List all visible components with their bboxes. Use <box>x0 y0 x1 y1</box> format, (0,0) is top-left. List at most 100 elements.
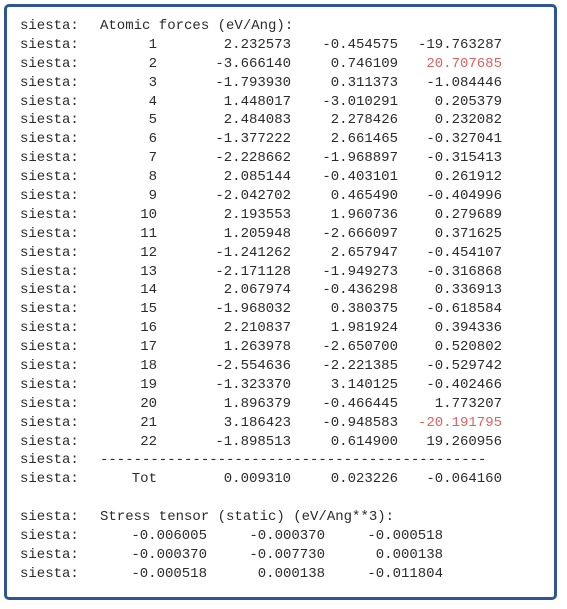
force-z: -0.315413 <box>426 150 502 167</box>
force-x: -3.666140 <box>215 55 291 72</box>
force-y: 0.311373 <box>330 74 398 91</box>
force-z: 0.261912 <box>434 169 502 186</box>
stress-value: 0.000138 <box>375 546 443 563</box>
force-x: 2.210837 <box>223 320 291 337</box>
line-prefix: siesta: <box>20 244 79 261</box>
force-z: -0.618584 <box>426 301 502 318</box>
forces-title: Atomic forces (eV/Ang): <box>100 18 294 34</box>
atom-index: 1 <box>148 36 157 53</box>
force-z: 0.520802 <box>434 339 502 356</box>
force-z: -0.327041 <box>426 131 502 148</box>
force-x: 2.232573 <box>223 36 291 53</box>
force-x: 3.186423 <box>223 414 291 431</box>
stress-value: -0.007730 <box>249 546 325 563</box>
line-prefix: siesta: <box>20 433 79 450</box>
stress-value: -0.000518 <box>131 565 207 582</box>
line-prefix: siesta: <box>20 414 79 431</box>
force-y: 1.981924 <box>330 320 398 337</box>
line-prefix: siesta: <box>20 282 79 299</box>
atom-index: 19 <box>140 376 157 393</box>
force-y: 2.657947 <box>330 244 398 261</box>
force-y: 0.380375 <box>330 301 398 318</box>
line-prefix: siesta: <box>20 339 79 356</box>
atom-index: 3 <box>148 74 157 91</box>
force-y: -2.221385 <box>322 358 398 375</box>
line-prefix: siesta: <box>20 301 79 318</box>
force-y: 0.746109 <box>330 55 398 72</box>
force-x: -1.793930 <box>215 74 291 91</box>
force-z: 0.336913 <box>434 282 502 299</box>
atom-index: 9 <box>148 188 157 205</box>
total-y: 0.023226 <box>330 471 398 488</box>
force-y: -2.666097 <box>322 225 398 242</box>
force-x: 1.263978 <box>223 339 291 356</box>
force-x: -2.042702 <box>215 188 291 205</box>
force-y: -0.403101 <box>322 169 398 186</box>
force-z: 19.260956 <box>426 433 502 450</box>
force-x: -2.554636 <box>215 358 291 375</box>
line-prefix: siesta: <box>20 509 79 526</box>
line-prefix: siesta: <box>20 206 79 223</box>
force-x: 2.193553 <box>223 206 291 223</box>
stress-value: 0.000138 <box>257 565 325 582</box>
force-x: -2.228662 <box>215 150 291 167</box>
atom-index: 21 <box>140 414 157 431</box>
force-x: 2.067974 <box>223 282 291 299</box>
line-prefix: siesta: <box>20 565 79 582</box>
force-y: -1.968897 <box>322 150 398 167</box>
line-prefix: siesta: <box>20 36 79 53</box>
force-z: 0.205379 <box>434 93 502 110</box>
line-prefix: siesta: <box>20 471 79 488</box>
line-prefix: siesta: <box>20 74 79 91</box>
atom-index: 15 <box>140 301 157 318</box>
force-z: 0.394336 <box>434 320 502 337</box>
stress-value: -0.011804 <box>367 565 443 582</box>
force-x: 1.448017 <box>223 93 291 110</box>
force-z: 0.279689 <box>434 206 502 223</box>
force-x: -1.323370 <box>215 376 291 393</box>
stress-value: -0.000370 <box>249 528 325 545</box>
force-z: -19.763287 <box>417 36 502 53</box>
force-y: 2.278426 <box>330 112 398 129</box>
atom-index: 17 <box>140 339 157 356</box>
force-y: 0.614900 <box>330 433 398 450</box>
force-y: 3.140125 <box>330 376 398 393</box>
atom-index: 4 <box>148 93 157 110</box>
force-y: -1.949273 <box>322 263 398 280</box>
force-x: -2.171128 <box>215 263 291 280</box>
total-label: Tot <box>131 471 157 488</box>
force-z: -0.454107 <box>426 244 502 261</box>
force-y: -0.466445 <box>322 395 398 412</box>
force-z: -0.316868 <box>426 263 502 280</box>
atom-index: 10 <box>140 206 157 223</box>
atom-index: 20 <box>140 395 157 412</box>
stress-title: Stress tensor (static) (eV/Ang**3): <box>100 509 395 526</box>
force-z: -0.529742 <box>426 358 502 375</box>
line-prefix: siesta: <box>20 358 79 375</box>
force-x: -1.898513 <box>215 433 291 450</box>
line-prefix: siesta: <box>20 546 79 563</box>
force-x: -1.377222 <box>215 131 291 148</box>
atom-index: 8 <box>148 169 157 186</box>
line-prefix: siesta: <box>20 395 79 412</box>
force-z: -20.191795 <box>417 414 502 431</box>
line-prefix: siesta: <box>20 528 79 545</box>
output-frame: siesta: Atomic forces (eV/Ang): siesta: 1 2.… <box>4 4 557 600</box>
atom-index: 12 <box>140 244 157 261</box>
force-y: 0.465490 <box>330 188 398 205</box>
atom-index: 16 <box>140 320 157 337</box>
line-prefix: siesta: <box>20 131 79 148</box>
force-y: -0.948583 <box>322 414 398 431</box>
stress-value: -0.006005 <box>131 528 207 545</box>
atom-index: 7 <box>148 150 157 167</box>
force-x: -1.968032 <box>215 301 291 318</box>
force-y: -2.650700 <box>322 339 398 356</box>
atom-index: 6 <box>148 131 157 148</box>
line-prefix: siesta: <box>20 263 79 280</box>
total-x: 0.009310 <box>223 471 291 488</box>
force-y: -3.010291 <box>322 93 398 110</box>
line-prefix: siesta: <box>20 55 79 72</box>
stress-value: -0.000370 <box>131 546 207 563</box>
force-z: 0.232082 <box>434 112 502 129</box>
force-x: 1.896379 <box>223 395 291 412</box>
